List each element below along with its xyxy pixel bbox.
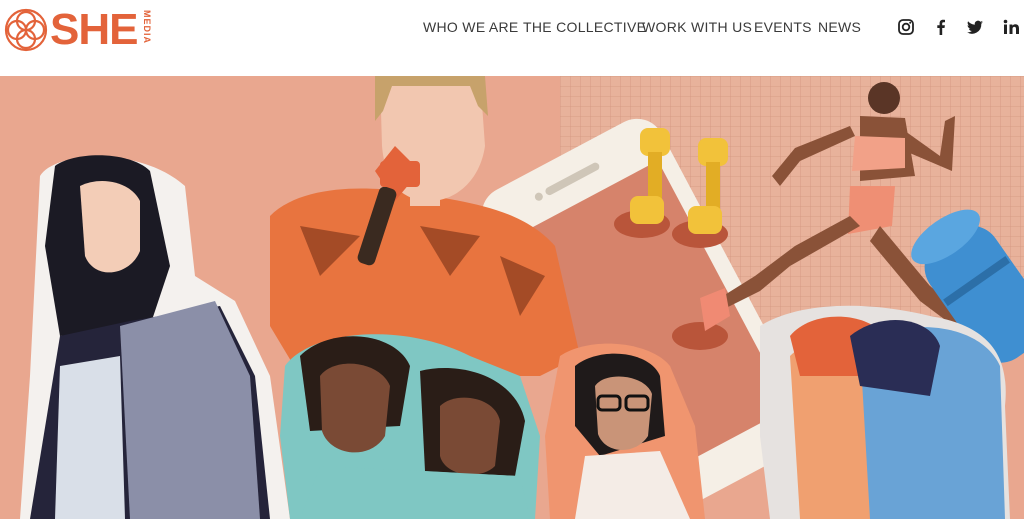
hero-collage	[0, 76, 1024, 519]
nav-the-collective[interactable]: THE COLLECTIVE	[523, 19, 646, 35]
linkedin-icon[interactable]	[1002, 18, 1020, 36]
logo-sub-text: MEDIA	[142, 10, 152, 44]
flower-logo-icon	[4, 8, 48, 52]
hero-collage-art	[0, 76, 1024, 519]
duotone-portrait	[760, 305, 1010, 519]
twitter-icon[interactable]	[966, 18, 984, 36]
logo-submark: MEDIA	[142, 8, 158, 52]
nav-events[interactable]: EVENTS	[754, 19, 812, 35]
logo-wordmark: SHE	[50, 5, 138, 54]
facebook-icon[interactable]	[932, 18, 950, 36]
nav-work-with-us[interactable]: WORK WITH US	[642, 19, 752, 35]
site-header: SHE MEDIA WHO WE ARE THE COLLECTIVE WORK…	[0, 0, 1024, 76]
she-media-logo[interactable]: SHE MEDIA	[2, 2, 162, 58]
nav-news[interactable]: NEWS	[818, 19, 861, 35]
nav-who-we-are[interactable]: WHO WE ARE	[423, 19, 519, 35]
instagram-icon[interactable]	[897, 18, 915, 36]
